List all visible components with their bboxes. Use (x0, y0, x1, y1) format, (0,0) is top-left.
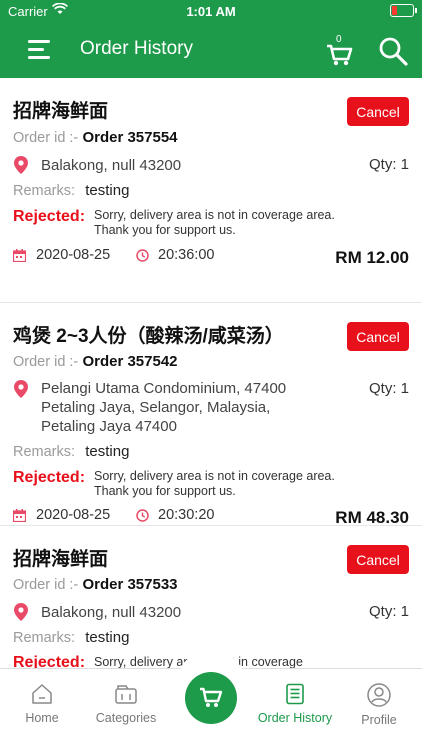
delivery-address: Balakong, null 43200 (41, 157, 182, 174)
quantity: Qty: 1 (368, 156, 409, 173)
cancel-button[interactable]: Cancel (347, 97, 409, 126)
tab-categories-label: Categories (95, 711, 157, 725)
remarks-label: Remarks: (13, 183, 76, 199)
tab-home-label: Home (25, 711, 59, 725)
location-pin-icon (14, 603, 28, 621)
search-icon[interactable] (378, 36, 408, 66)
order-date: 2020-08-25 (36, 247, 111, 263)
order-id-label: Order id :- (13, 577, 79, 593)
order-item-name: 招牌海鲜面 (13, 101, 109, 122)
order-id: Order 357554 (82, 129, 178, 146)
clock-icon (136, 249, 149, 262)
battery-icon (390, 4, 417, 17)
rejected-message: Sorry, delivery area is not in coverage … (94, 208, 335, 237)
cart-icon (200, 687, 223, 707)
cancel-button[interactable]: Cancel (347, 322, 409, 351)
order-card[interactable]: 鸡煲 2~3人份（酸辣汤/咸菜汤） Cancel Order id :- Ord… (0, 303, 422, 527)
quantity: Qty: 1 (368, 603, 409, 620)
status-time: 1:01 AM (186, 4, 236, 19)
location-pin-icon (14, 156, 28, 174)
order-card[interactable]: 招牌海鲜面 Cancel Order id :- Order 357533 Ba… (0, 526, 422, 668)
cart-button[interactable]: 0 (326, 34, 354, 66)
order-date: 2020-08-25 (36, 507, 111, 523)
order-history-icon (286, 683, 304, 705)
categories-icon (115, 685, 137, 704)
header-bar: Order History 0 (0, 22, 422, 78)
order-id: Order 357542 (82, 353, 178, 370)
delivery-address: Pelangi Utama Condominium, 47400 Petalin… (41, 380, 287, 435)
rejected-label: Rejected: (13, 469, 86, 486)
calendar-icon (13, 249, 26, 262)
order-time: 20:30:20 (158, 507, 215, 523)
cart-fab-button[interactable] (185, 672, 237, 724)
remarks-value: testing (85, 182, 130, 199)
remarks-value: testing (85, 443, 130, 460)
tab-categories[interactable]: Categories (84, 683, 168, 725)
order-total: RM 12.00 (335, 248, 409, 267)
calendar-icon (13, 509, 26, 522)
delivery-address: Balakong, null 43200 (41, 604, 182, 621)
order-time: 20:36:00 (158, 247, 215, 263)
tab-order-history-label: Order History (257, 711, 333, 725)
tab-profile[interactable]: Profile (337, 683, 421, 727)
profile-icon (367, 683, 391, 707)
order-id-label: Order id :- (13, 354, 79, 370)
cart-icon (327, 44, 353, 66)
remarks-value: testing (85, 629, 130, 646)
order-id: Order 357533 (82, 576, 178, 593)
home-icon (32, 684, 52, 704)
tab-order-history[interactable]: Order History (253, 683, 337, 725)
remarks-label: Remarks: (13, 444, 76, 460)
status-bar: Carrier 1:01 AM (0, 0, 422, 22)
tab-home[interactable]: Home (0, 683, 84, 725)
quantity: Qty: 1 (368, 380, 409, 397)
rejected-label: Rejected: (13, 654, 86, 668)
order-item-name: 招牌海鲜面 (13, 549, 109, 570)
order-total: RM 48.30 (335, 508, 409, 527)
cancel-button[interactable]: Cancel (347, 545, 409, 574)
order-item-name: 鸡煲 2~3人份（酸辣汤/咸菜汤） (13, 326, 284, 347)
remarks-label: Remarks: (13, 630, 76, 646)
order-list[interactable]: 招牌海鲜面 Cancel Order id :- Order 357554 Ba… (0, 78, 422, 668)
tab-profile-label: Profile (361, 713, 397, 727)
clock-icon (136, 509, 149, 522)
rejected-label: Rejected: (13, 208, 86, 225)
rejected-message: Sorry, delivery area is not in coverage … (94, 469, 335, 498)
location-pin-icon (14, 380, 28, 398)
page-title: Order History (80, 38, 193, 59)
order-id-label: Order id :- (13, 130, 79, 146)
menu-icon[interactable] (28, 40, 50, 64)
order-card[interactable]: 招牌海鲜面 Cancel Order id :- Order 357554 Ba… (0, 78, 422, 302)
